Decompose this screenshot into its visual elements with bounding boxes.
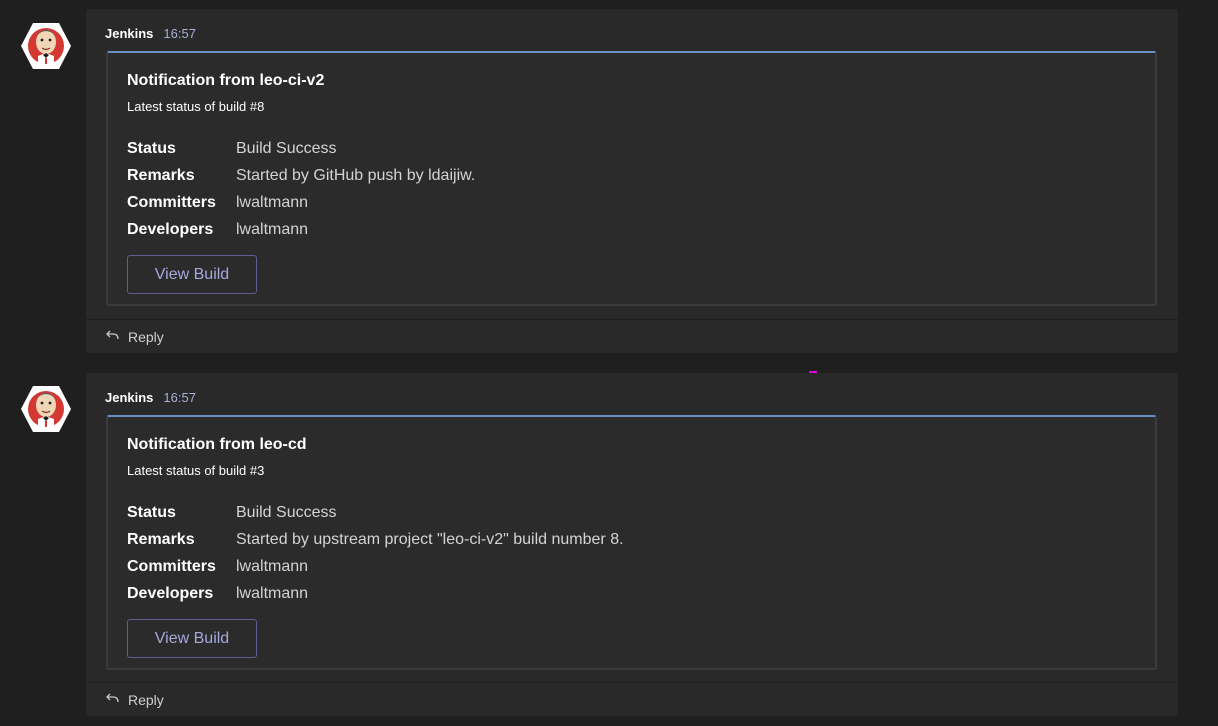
fact-row-developers: Developers lwaltmann xyxy=(127,580,624,607)
reply-button[interactable]: Reply xyxy=(104,328,164,346)
reply-button[interactable]: Reply xyxy=(104,691,164,709)
fact-value: lwaltmann xyxy=(236,193,309,211)
fact-key: Remarks xyxy=(127,166,195,184)
message-timestamp: 16:57 xyxy=(163,26,196,41)
fact-row-committers: Committers lwaltmann xyxy=(127,553,624,580)
fact-set: Status Build Success Remarks Started by … xyxy=(127,135,475,243)
reply-arrow-icon xyxy=(104,691,120,709)
sender-name[interactable]: Jenkins xyxy=(105,390,153,405)
reply-bar: Reply xyxy=(86,682,1178,716)
card-title: Notification from leo-ci-v2 xyxy=(127,72,325,89)
message-header: Jenkins 16:57 xyxy=(105,390,196,406)
message-timestamp: 16:57 xyxy=(163,390,196,405)
jenkins-avatar-icon[interactable] xyxy=(21,385,71,433)
fact-value: lwaltmann xyxy=(236,220,309,238)
fact-row-status: Status Build Success xyxy=(127,135,475,162)
fact-value: Started by GitHub push by ldaijiw. xyxy=(236,166,476,184)
fact-row-committers: Committers lwaltmann xyxy=(127,189,475,216)
sender-name[interactable]: Jenkins xyxy=(105,26,153,41)
fact-key: Remarks xyxy=(127,530,195,548)
reply-bar: Reply xyxy=(86,319,1178,353)
reply-label: Reply xyxy=(128,691,164,708)
fact-value: Build Success xyxy=(236,503,337,521)
fact-row-status: Status Build Success xyxy=(127,499,624,526)
fact-row-developers: Developers lwaltmann xyxy=(127,216,475,243)
fact-row-remarks: Remarks Started by upstream project "leo… xyxy=(127,526,624,553)
view-build-button[interactable]: View Build xyxy=(127,619,257,658)
card-subtitle: Latest status of build #8 xyxy=(127,99,265,114)
fact-value: lwaltmann xyxy=(236,584,309,602)
message-header: Jenkins 16:57 xyxy=(105,26,196,42)
fact-key: Status xyxy=(127,503,176,521)
view-build-button[interactable]: View Build xyxy=(127,255,257,294)
fact-key: Developers xyxy=(127,584,214,602)
message-bubble: Jenkins 16:57 Notification from leo-ci-v… xyxy=(86,9,1178,353)
card-subtitle: Latest status of build #3 xyxy=(127,463,265,478)
message-bubble: Jenkins 16:57 Notification from leo-cd L… xyxy=(86,373,1178,716)
reply-label: Reply xyxy=(128,328,164,345)
fact-key: Committers xyxy=(127,557,216,575)
fact-value: lwaltmann xyxy=(236,557,309,575)
fact-key: Committers xyxy=(127,193,216,211)
notification-card: Notification from leo-ci-v2 Latest statu… xyxy=(106,51,1157,306)
card-title: Notification from leo-cd xyxy=(127,436,307,453)
fact-value: Build Success xyxy=(236,139,337,157)
notification-card: Notification from leo-cd Latest status o… xyxy=(106,415,1157,670)
jenkins-avatar-icon[interactable] xyxy=(21,22,71,70)
fact-value: Started by upstream project "leo-ci-v2" … xyxy=(236,530,624,548)
reply-arrow-icon xyxy=(104,328,120,346)
fact-key: Developers xyxy=(127,220,214,238)
fact-key: Status xyxy=(127,139,176,157)
fact-row-remarks: Remarks Started by GitHub push by ldaiji… xyxy=(127,162,475,189)
fact-set: Status Build Success Remarks Started by … xyxy=(127,499,624,607)
